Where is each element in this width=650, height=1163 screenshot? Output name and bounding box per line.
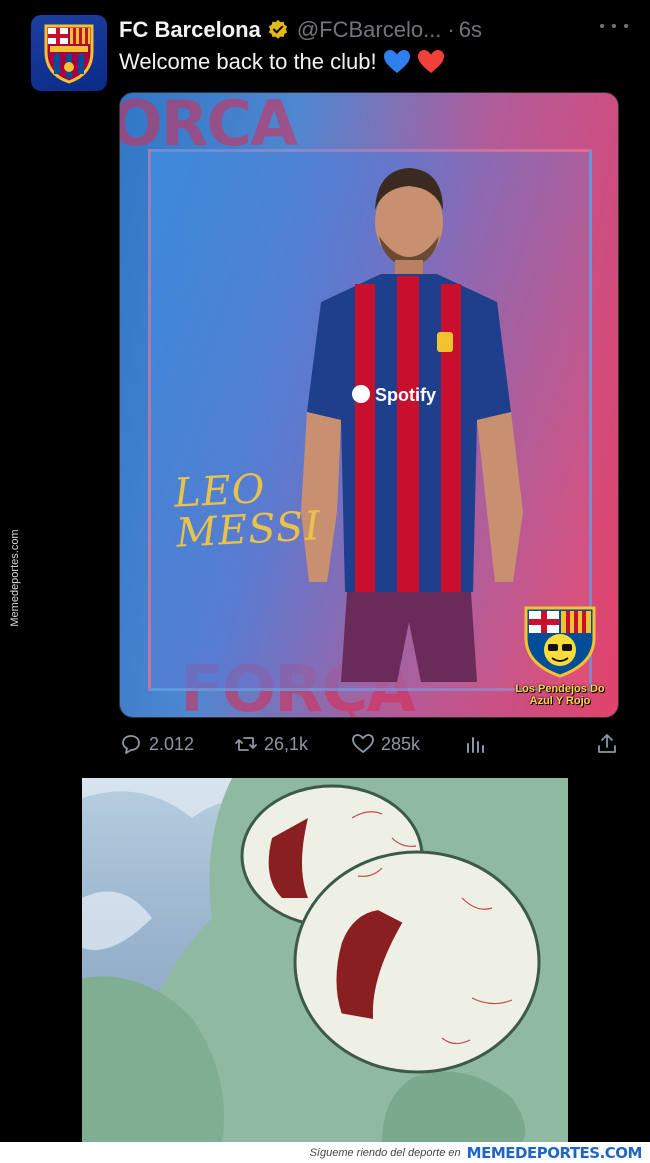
- like-count: 285k: [381, 733, 421, 754]
- side-watermark: Memedeportes.com: [9, 529, 21, 627]
- fc-barcelona-crest-icon: [44, 24, 94, 84]
- share-icon: [598, 734, 616, 753]
- analytics-icon: [467, 737, 484, 753]
- tweet-action-bar: 2.012 26,1k 285k: [119, 727, 619, 761]
- views-button[interactable]: [464, 727, 494, 761]
- footer-bar: Sígueme riendo del deporte en MEMEDEPORT…: [0, 1142, 650, 1163]
- red-heart-icon: [417, 50, 444, 73]
- fan-club-watermark: Los Pendejos Do Azul Y Rojo: [510, 604, 610, 707]
- fan-club-watermark-text: Los Pendejos Do Azul Y Rojo: [515, 683, 605, 707]
- separator-dot: ·: [447, 17, 455, 42]
- heart-icon: [352, 734, 374, 753]
- display-name[interactable]: FC Barcelona: [119, 17, 261, 43]
- more-options-icon[interactable]: [600, 16, 628, 36]
- retweet-button[interactable]: 26,1k: [234, 727, 308, 761]
- retweet-icon: [235, 737, 257, 751]
- reply-count: 2.012: [149, 733, 195, 754]
- poster-player-name: LEO MESSI: [172, 466, 323, 557]
- reply-button[interactable]: 2.012: [119, 727, 194, 761]
- tweet-body: Welcome back to the club!: [119, 49, 377, 74]
- sponsor-logo-text: Spotify: [375, 385, 436, 405]
- footer-text: Sígueme riendo del deporte en: [309, 1146, 461, 1159]
- footer-brand-link[interactable]: MEMEDEPORTES.COM: [467, 1144, 643, 1162]
- meme-image: [82, 778, 568, 1142]
- fan-club-crest-icon: [524, 606, 596, 678]
- tweet-text: Welcome back to the club!: [119, 49, 445, 75]
- reply-icon: [122, 735, 140, 754]
- timestamp[interactable]: 6s: [459, 17, 482, 43]
- handle[interactable]: @FCBarcelo...: [297, 17, 442, 43]
- share-button[interactable]: [595, 727, 625, 761]
- like-button[interactable]: 285k: [351, 727, 420, 761]
- tweet-header: FC Barcelona @FCBarcelo... · 6s: [119, 13, 630, 47]
- tweet-media-image[interactable]: ORCA FORÇA Spotify LEO MESSI: [119, 92, 619, 718]
- verified-badge-icon: [268, 19, 287, 39]
- squidward-bloodshot-eyes-illustration: [82, 778, 568, 1142]
- retweet-count: 26,1k: [264, 733, 309, 754]
- avatar[interactable]: [31, 15, 107, 91]
- blue-heart-icon: [383, 50, 410, 73]
